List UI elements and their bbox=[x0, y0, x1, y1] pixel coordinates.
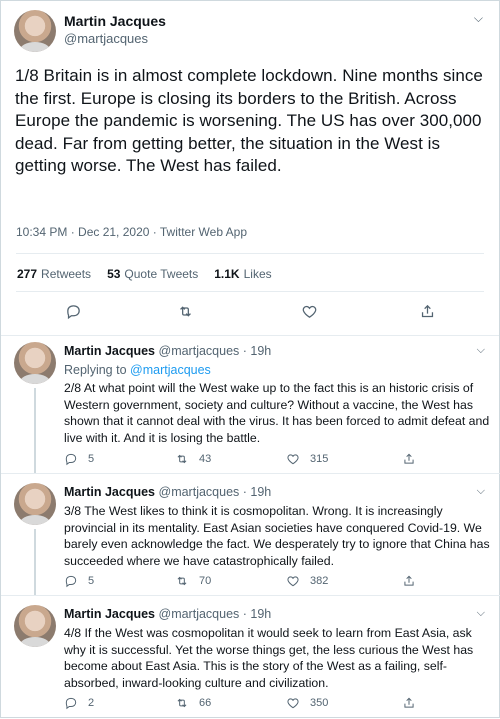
divider bbox=[16, 253, 484, 254]
tweet-actions: 5 70 382 bbox=[64, 574, 464, 592]
reply-tweet[interactable]: Martin Jacques @martjacques · 19h ⌵ 4/8 … bbox=[1, 599, 500, 719]
like-button[interactable]: 382 bbox=[286, 574, 328, 588]
reply-icon bbox=[65, 575, 77, 588]
quotes-stat[interactable]: 53 Quote Tweets bbox=[107, 267, 198, 281]
retweet-icon bbox=[180, 306, 191, 317]
reply-count: 2 bbox=[88, 697, 95, 709]
share-button[interactable] bbox=[419, 303, 436, 320]
author-handle[interactable]: @martjacques bbox=[159, 607, 240, 621]
like-button[interactable]: 350 bbox=[286, 696, 328, 710]
tweet-actions bbox=[1, 303, 500, 327]
share-button[interactable] bbox=[402, 452, 416, 466]
reply-icon bbox=[65, 697, 77, 710]
like-count: 382 bbox=[310, 575, 329, 587]
avatar[interactable] bbox=[14, 342, 56, 384]
like-button[interactable] bbox=[301, 303, 318, 320]
reply-button[interactable]: 5 bbox=[64, 574, 94, 588]
retweets-stat[interactable]: 277 Retweets bbox=[17, 267, 91, 281]
like-icon bbox=[287, 454, 299, 465]
retweet-button[interactable] bbox=[177, 303, 194, 320]
like-icon bbox=[287, 576, 299, 587]
retweet-icon bbox=[177, 698, 187, 708]
reply-icon bbox=[65, 453, 77, 466]
author-handle[interactable]: @martjacques bbox=[159, 485, 240, 499]
author-handle[interactable]: @martjacques bbox=[64, 31, 148, 46]
retweet-button[interactable]: 66 bbox=[175, 696, 211, 710]
chevron-down-icon[interactable]: ⌵ bbox=[477, 485, 485, 498]
main-tweet: Martin Jacques @martjacques ⌵ 1/8 Britai… bbox=[1, 1, 499, 336]
tweet-actions: 2 66 350 bbox=[64, 696, 464, 714]
avatar[interactable] bbox=[14, 605, 56, 647]
author-name[interactable]: Martin Jacques bbox=[64, 344, 155, 358]
share-button[interactable] bbox=[402, 574, 416, 588]
chevron-down-icon[interactable]: ⌵ bbox=[477, 344, 485, 357]
share-button[interactable] bbox=[402, 696, 416, 710]
replying-to-link[interactable]: @martjacques bbox=[130, 363, 211, 377]
share-icon bbox=[404, 453, 414, 464]
retweet-count: 66 bbox=[199, 697, 212, 709]
reply-button[interactable]: 5 bbox=[64, 452, 94, 466]
reply-button[interactable] bbox=[65, 303, 82, 320]
retweet-count: 43 bbox=[199, 453, 212, 465]
retweet-count: 70 bbox=[199, 575, 212, 587]
tweet-header: Martin Jacques @martjacques · 19h bbox=[64, 485, 272, 499]
share-icon bbox=[404, 575, 414, 586]
avatar[interactable] bbox=[14, 10, 56, 52]
reply-tweet[interactable]: Martin Jacques @martjacques · 19h ⌵ 3/8 … bbox=[1, 477, 500, 596]
author-name[interactable]: Martin Jacques bbox=[64, 607, 155, 621]
tweet-text: 1/8 Britain is in almost complete lockdo… bbox=[15, 66, 483, 175]
author-handle[interactable]: @martjacques bbox=[159, 344, 240, 358]
tweet-stats: 277 Retweets 53 Quote Tweets 1.1K Likes bbox=[17, 267, 272, 281]
chevron-down-icon[interactable]: ⌵ bbox=[477, 607, 485, 620]
like-icon bbox=[287, 698, 299, 709]
tweet-text: 2/8 At what point will the West wake up … bbox=[64, 381, 490, 445]
author-name[interactable]: Martin Jacques bbox=[64, 13, 166, 29]
divider bbox=[16, 291, 484, 292]
tweet-time[interactable]: 19h bbox=[250, 485, 271, 499]
retweet-icon bbox=[177, 454, 187, 464]
like-icon bbox=[302, 305, 317, 318]
like-count: 350 bbox=[310, 697, 329, 709]
like-count: 315 bbox=[310, 453, 329, 465]
like-button[interactable]: 315 bbox=[286, 452, 328, 466]
tweet-header: Martin Jacques @martjacques · 19h bbox=[64, 344, 272, 358]
retweet-icon bbox=[177, 576, 187, 586]
author-name[interactable]: Martin Jacques bbox=[64, 485, 155, 499]
reply-button[interactable]: 2 bbox=[64, 696, 94, 710]
tweet-time[interactable]: 19h bbox=[250, 607, 271, 621]
reply-icon bbox=[67, 305, 80, 320]
tweet-text: 3/8 The West likes to think it is cosmop… bbox=[64, 504, 490, 568]
retweet-button[interactable]: 70 bbox=[175, 574, 211, 588]
tweet-time[interactable]: 19h bbox=[250, 344, 271, 358]
tweet-header: Martin Jacques @martjacques · 19h bbox=[64, 607, 272, 621]
likes-stat[interactable]: 1.1K Likes bbox=[214, 267, 271, 281]
share-icon bbox=[404, 697, 414, 708]
chevron-down-icon[interactable]: ⌵ bbox=[474, 11, 483, 26]
thread-line bbox=[34, 529, 36, 595]
reply-tweet[interactable]: Martin Jacques @martjacques · 19h ⌵ Repl… bbox=[1, 336, 500, 474]
retweet-button[interactable]: 43 bbox=[175, 452, 211, 466]
reply-count: 5 bbox=[88, 575, 95, 587]
thread-line bbox=[34, 388, 36, 473]
tweet-timestamp[interactable]: 10:34 PM · Dec 21, 2020 · Twitter Web Ap… bbox=[16, 225, 247, 239]
replying-to: Replying to @martjacques bbox=[64, 363, 211, 377]
share-icon bbox=[421, 304, 434, 318]
reply-count: 5 bbox=[88, 453, 95, 465]
avatar[interactable] bbox=[14, 483, 56, 525]
tweet-actions: 5 43 315 bbox=[64, 452, 464, 470]
tweet-text: 4/8 If the West was cosmopolitan it woul… bbox=[64, 626, 474, 690]
